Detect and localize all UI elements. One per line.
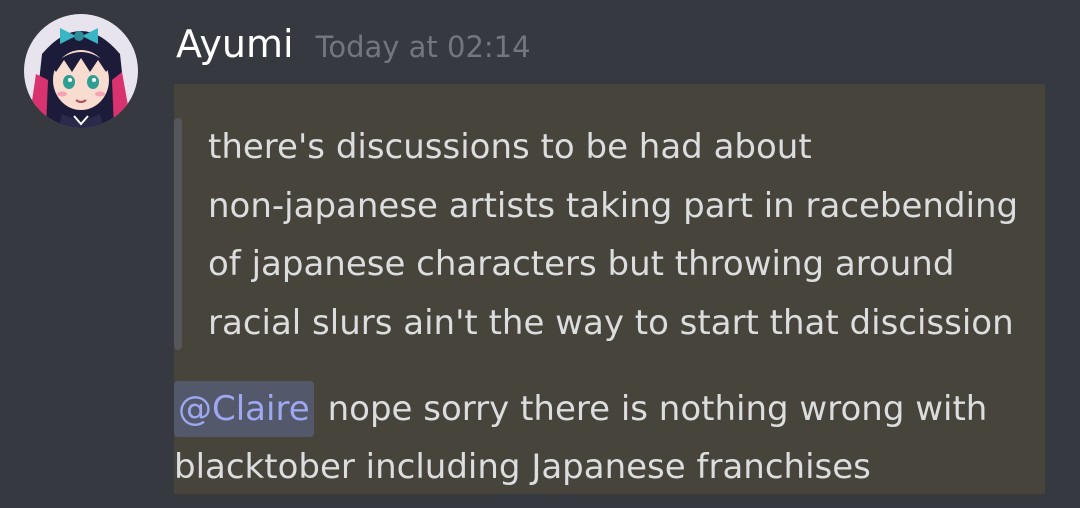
author-avatar[interactable] [24, 14, 138, 128]
quote-line: racial slurs ain't the way to start that… [208, 302, 1014, 343]
message-text: @Claire nope sorry there is nothing wrong… [174, 380, 987, 496]
chat-message: Ayumi Today at 02:14 there's discussions… [0, 0, 1080, 508]
quote-line: there's discussions to be had about [208, 127, 812, 167]
quote-bar [174, 118, 182, 350]
author-username[interactable]: Ayumi [176, 22, 294, 66]
quote-line: of japanese characters but throwing arou… [208, 244, 955, 284]
user-mention[interactable]: @Claire [174, 381, 314, 437]
reply-line: blacktober including Japanese franchises [174, 447, 871, 487]
message-timestamp: Today at 02:14 [315, 30, 531, 64]
message-header: Ayumi Today at 02:14 [176, 22, 531, 78]
quote-line: non-japanese artists taking part in race… [208, 185, 1019, 226]
reply-text: nope sorry there is nothing wrong with [327, 389, 988, 429]
reply-line: @Claire nope sorry there is nothing wrong… [174, 380, 987, 438]
anime-girl-avatar-icon [24, 14, 138, 128]
